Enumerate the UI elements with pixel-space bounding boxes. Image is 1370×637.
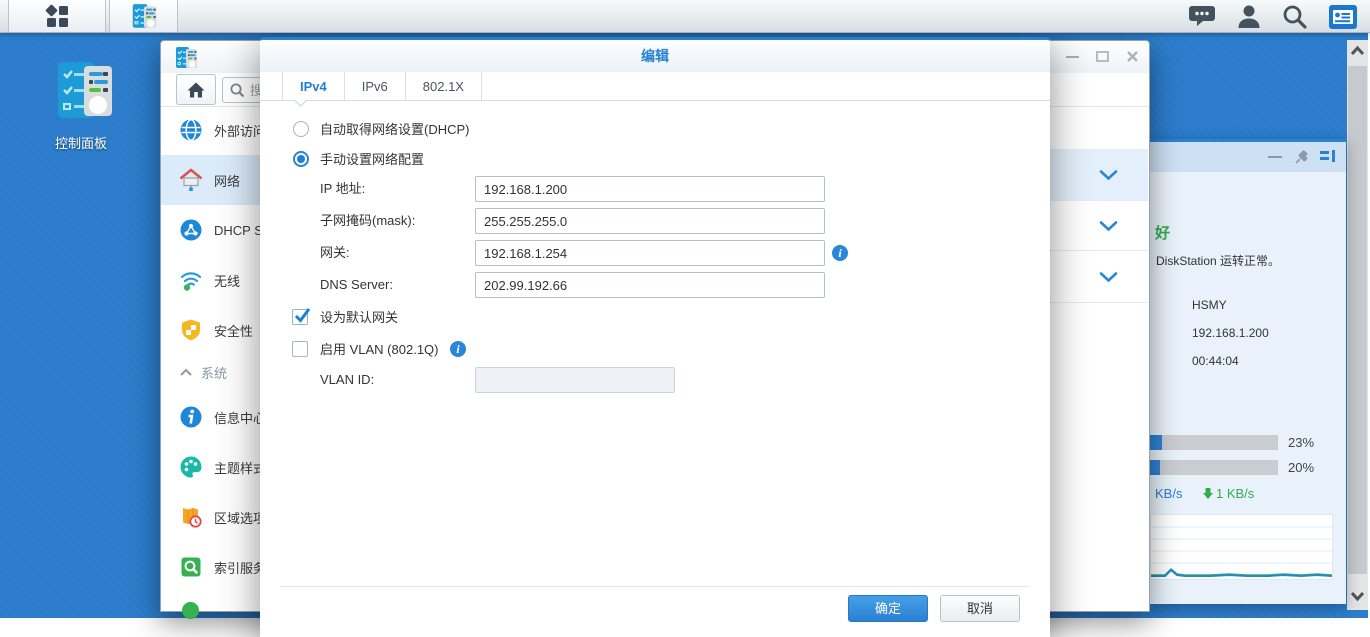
tab-ipv4[interactable]: IPv4 bbox=[282, 72, 345, 101]
radio-manual[interactable] bbox=[293, 151, 309, 167]
sidebar-item-label: 主题样式 bbox=[214, 458, 266, 477]
desktop-icon-control-panel[interactable]: 控制面板 bbox=[26, 60, 136, 152]
sidebar-item-partial-icon bbox=[182, 602, 199, 619]
edit-dialog: 编辑 IPv4 IPv6 802.1X 自动取得网络设置(DHCP) 手动设置网… bbox=[260, 37, 1050, 637]
subnet-mask-input[interactable] bbox=[475, 208, 825, 234]
sidebar-item-label: 外部访问 bbox=[214, 121, 266, 140]
server-ip-value: 192.168.1.200 bbox=[1192, 326, 1269, 340]
chevron-down-icon[interactable] bbox=[1099, 271, 1118, 283]
taskbar-control-panel-icon bbox=[129, 3, 159, 30]
widget-minimize-icon[interactable] bbox=[1268, 156, 1282, 158]
dns-server-input[interactable] bbox=[475, 272, 825, 298]
sidebar-item-label: 区域选项 bbox=[214, 508, 266, 527]
sidebar-item-label: 信息中心 bbox=[214, 408, 266, 427]
ip-address-label: IP 地址: bbox=[320, 176, 365, 202]
network-activity-chart bbox=[1150, 514, 1333, 580]
upload-speed: KB/s bbox=[1155, 486, 1182, 501]
vlan-info-icon[interactable]: i bbox=[450, 341, 466, 357]
system-health-widget: 好 DiskStation 运转正常。 HSMY 192.168.1.200 0… bbox=[1150, 139, 1346, 604]
download-speed: 1 KB/s bbox=[1216, 486, 1254, 501]
checkmark-icon bbox=[294, 306, 311, 324]
dns-server-label: DNS Server: bbox=[320, 272, 393, 298]
radio-dhcp-label: 自动取得网络设置(DHCP) bbox=[320, 122, 470, 138]
home-button[interactable] bbox=[176, 74, 216, 105]
widget-panel-icon[interactable] bbox=[1320, 150, 1336, 164]
info-icon bbox=[179, 405, 203, 429]
chevron-up-icon bbox=[179, 368, 193, 377]
palette-icon bbox=[179, 455, 203, 479]
network-home-icon bbox=[179, 168, 203, 192]
uptime-value: 00:44:04 bbox=[1192, 354, 1239, 368]
enable-vlan-label: 启用 VLAN (802.1Q) bbox=[320, 342, 439, 358]
footer-divider bbox=[280, 586, 1030, 587]
download-arrow-icon bbox=[1202, 487, 1214, 500]
sidebar-section-system[interactable]: 系统 bbox=[179, 363, 227, 382]
chevron-down-icon[interactable] bbox=[1099, 169, 1118, 181]
ram-usage-label: 20% bbox=[1288, 460, 1314, 475]
dhcp-icon bbox=[179, 218, 203, 242]
ip-address-input[interactable] bbox=[475, 176, 825, 202]
scroll-up-icon[interactable] bbox=[1350, 45, 1365, 57]
control-panel-icon bbox=[46, 60, 116, 124]
control-panel-window-icon bbox=[173, 46, 199, 70]
default-gateway-label: 设为默认网关 bbox=[320, 310, 398, 326]
window-close-icon[interactable] bbox=[1126, 50, 1139, 63]
desktop-icon-label: 控制面板 bbox=[26, 133, 136, 152]
window-maximize-icon[interactable] bbox=[1096, 51, 1109, 62]
wifi-icon bbox=[179, 268, 203, 292]
search-icon bbox=[229, 82, 245, 98]
top-taskbar bbox=[0, 0, 1370, 33]
cpu-usage-label: 23% bbox=[1288, 435, 1314, 450]
vlan-id-label: VLAN ID: bbox=[320, 367, 374, 393]
pin-icon[interactable] bbox=[1294, 149, 1310, 165]
main-menu-icon bbox=[44, 3, 71, 30]
dialog-title: 编辑 bbox=[260, 40, 1050, 72]
sidebar-item-label: 网络 bbox=[214, 171, 240, 190]
shield-icon bbox=[179, 318, 203, 342]
radio-manual-label: 手动设置网络配置 bbox=[320, 152, 424, 168]
scroll-down-icon[interactable] bbox=[1350, 590, 1365, 602]
main-menu-button[interactable] bbox=[8, 0, 106, 32]
sidebar-item-label: 索引服务 bbox=[214, 558, 266, 577]
widget-header[interactable] bbox=[1150, 142, 1346, 172]
gateway-info-icon[interactable]: i bbox=[832, 245, 848, 261]
user-icon[interactable] bbox=[1237, 4, 1261, 29]
chevron-down-icon[interactable] bbox=[1099, 220, 1118, 232]
subnet-mask-label: 子网掩码(mask): bbox=[320, 208, 415, 234]
desktop-scrollbar[interactable] bbox=[1347, 40, 1368, 610]
search-icon[interactable] bbox=[1282, 4, 1308, 30]
tab-8021x[interactable]: 802.1X bbox=[406, 72, 482, 101]
sidebar-item-label: 无线 bbox=[214, 271, 240, 290]
gateway-input[interactable] bbox=[475, 240, 825, 266]
home-icon bbox=[186, 81, 206, 99]
notifications-icon[interactable] bbox=[1188, 4, 1216, 29]
cpu-usage-bar bbox=[1150, 435, 1278, 450]
ram-usage-bar bbox=[1150, 460, 1278, 475]
index-search-icon bbox=[179, 555, 203, 579]
window-minimize-icon[interactable] bbox=[1066, 56, 1079, 58]
gateway-label: 网关: bbox=[320, 240, 350, 266]
health-description: DiskStation 运转正常。 bbox=[1156, 252, 1280, 269]
sidebar-item-label: 安全性 bbox=[214, 321, 253, 340]
taskbar-control-panel-button[interactable] bbox=[109, 0, 178, 32]
scrollbar-thumb[interactable] bbox=[1348, 66, 1367, 574]
dialog-tabs: IPv4 IPv6 802.1X bbox=[260, 72, 1050, 101]
radio-dhcp[interactable] bbox=[293, 121, 309, 137]
region-map-clock-icon bbox=[179, 505, 203, 529]
pilot-view-icon[interactable] bbox=[1329, 5, 1357, 29]
default-gateway-checkbox[interactable] bbox=[292, 309, 308, 325]
tab-ipv6[interactable]: IPv6 bbox=[345, 72, 406, 101]
vlan-id-input bbox=[475, 367, 675, 393]
globe-icon bbox=[179, 118, 203, 142]
sidebar-section-label: 系统 bbox=[201, 363, 227, 382]
server-name-value: HSMY bbox=[1192, 298, 1227, 312]
enable-vlan-checkbox[interactable] bbox=[292, 341, 308, 357]
health-status: 好 bbox=[1155, 222, 1170, 243]
